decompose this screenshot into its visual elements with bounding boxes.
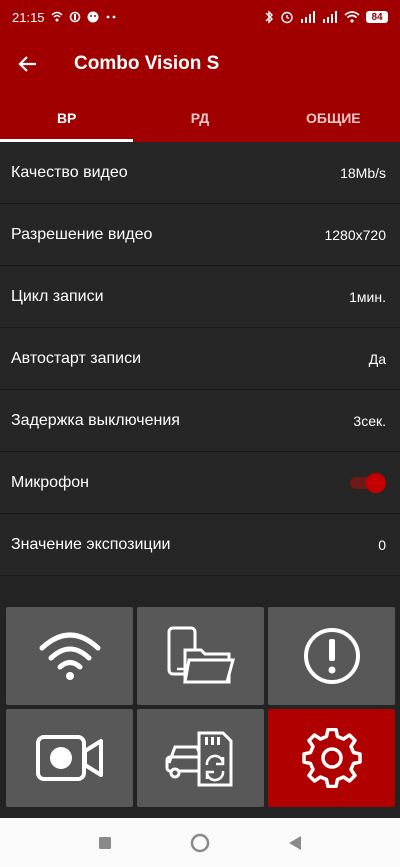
setting-label: Значение экспозиции	[11, 535, 171, 553]
files-tile-button[interactable]	[137, 607, 264, 705]
files-icon	[167, 626, 235, 684]
setting-value: 1мин.	[349, 288, 386, 305]
wifi-icon	[39, 632, 100, 680]
data-saver-icon	[69, 11, 80, 23]
status-time: 21:15	[12, 9, 45, 25]
toggle-thumb	[366, 472, 386, 493]
signal-icon	[301, 11, 315, 23]
sd-card-sync-icon	[165, 731, 232, 787]
setting-microphone[interactable]: Микрофон	[0, 452, 400, 514]
setting-exposure[interactable]: Значение экспозиции 0	[0, 514, 400, 576]
wifi-icon	[344, 11, 360, 23]
back-button[interactable]	[0, 34, 56, 94]
setting-shutdown-delay[interactable]: Задержка выключения 3сек.	[0, 390, 400, 452]
tab-general[interactable]: ОБЩИЕ	[267, 94, 400, 142]
tab-bar: ВР РД ОБЩИЕ	[0, 94, 400, 142]
microphone-toggle[interactable]	[350, 472, 386, 493]
signal-icon-2	[323, 11, 337, 23]
sd-sync-tile-button[interactable]	[137, 709, 264, 807]
gear-icon	[301, 728, 362, 788]
recents-square-icon[interactable]	[98, 836, 112, 850]
tab-vr[interactable]: ВР	[0, 94, 134, 142]
setting-value: 3сек.	[353, 412, 386, 429]
alarm-icon	[281, 11, 293, 24]
setting-video-resolution[interactable]: Разрешение видео 1280x720	[0, 204, 400, 266]
home-circle-icon[interactable]	[190, 833, 210, 853]
alert-tile-button[interactable]	[268, 607, 395, 705]
setting-record-cycle[interactable]: Цикл записи 1мин.	[0, 266, 400, 328]
system-nav-bar	[0, 818, 400, 867]
tile-grid	[6, 607, 395, 810]
setting-value: 1280x720	[324, 226, 386, 243]
setting-autostart[interactable]: Автостарт записи Да	[0, 328, 400, 390]
face-icon	[87, 11, 99, 23]
setting-value: 0	[378, 536, 386, 553]
settings-tile-button[interactable]	[268, 709, 395, 807]
setting-label: Цикл записи	[11, 287, 104, 305]
bluetooth-icon	[265, 10, 273, 24]
more-dots-icon	[106, 15, 115, 19]
status-right: 84	[264, 10, 388, 24]
arrow-back-icon	[18, 56, 36, 72]
battery-icon: 84	[366, 11, 388, 23]
setting-value: Да	[368, 350, 386, 367]
setting-label: Микрофон	[11, 473, 89, 491]
tab-rd[interactable]: РД	[133, 94, 266, 142]
setting-label: Задержка выключения	[11, 411, 180, 429]
setting-video-quality[interactable]: Качество видео 18Mb/s	[0, 142, 400, 204]
setting-label: Разрешение видео	[11, 225, 153, 243]
status-bar: 21:15 84	[0, 0, 400, 34]
status-left: 21:15	[12, 10, 117, 25]
alert-icon	[303, 628, 360, 684]
wifi-tile-button[interactable]	[6, 607, 133, 705]
camera-tile-button[interactable]	[6, 709, 133, 807]
setting-label: Автостарт записи	[11, 349, 142, 367]
back-triangle-icon[interactable]	[288, 835, 302, 851]
wifi-calling-icon	[51, 11, 63, 22]
settings-list: Качество видео 18Mb/s Разрешение видео 1…	[0, 142, 400, 576]
video-camera-icon	[35, 735, 103, 781]
setting-label: Качество видео	[11, 163, 128, 181]
app-bar: Combo Vision S	[0, 34, 400, 94]
page-title: Combo Vision S	[74, 53, 220, 74]
setting-value: 18Mb/s	[340, 164, 386, 181]
